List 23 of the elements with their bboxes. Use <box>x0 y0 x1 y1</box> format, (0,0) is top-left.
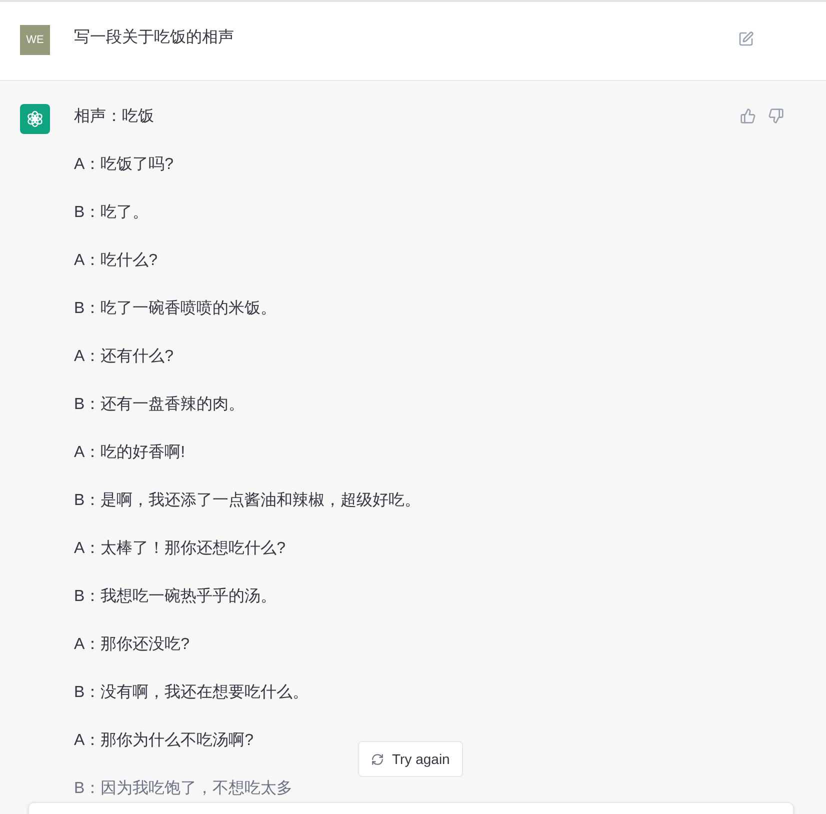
reply-line: A：吃饭了吗? <box>74 155 175 175</box>
reply-line: B：我想吃一碗热乎乎的汤。 <box>74 586 278 607</box>
reply-line: B：还有一盘香辣的肉。 <box>74 394 246 415</box>
try-again-button[interactable]: Try again <box>358 741 463 777</box>
user-avatar: WE <box>20 25 50 55</box>
reply-line: A：那你为什么不吃汤啊? <box>74 730 255 751</box>
reply-line: B：吃了一碗香喷喷的米饭。 <box>74 298 278 319</box>
reply-line: A：那你还没吃? <box>74 635 191 655</box>
reply-line: 相声：吃饭 <box>74 106 155 127</box>
edit-icon[interactable] <box>738 31 754 47</box>
reply-line: B：因为我吃饱了，不想吃太多 <box>74 778 294 799</box>
user-prompt: 写一段关于吃饭的相声 <box>74 28 234 48</box>
thumbs-down-icon[interactable] <box>768 108 784 124</box>
reply-line: B：没有啊，我还在想要吃什么。 <box>74 682 310 703</box>
refresh-icon <box>371 752 384 766</box>
reply-line: A：吃什么? <box>74 251 159 271</box>
reply-line: B：吃了。 <box>74 203 150 223</box>
reply-line: B：是啊，我还添了一点酱油和辣椒，超级好吃。 <box>74 490 421 511</box>
reply-line: A：吃的好香啊! <box>74 442 186 463</box>
logo-icon <box>25 109 45 129</box>
reply-line: A：太棒了！那你还想吃什么? <box>74 538 287 559</box>
thumbs-up-icon[interactable] <box>740 108 756 124</box>
reply-line: A：还有什么? <box>74 347 175 367</box>
